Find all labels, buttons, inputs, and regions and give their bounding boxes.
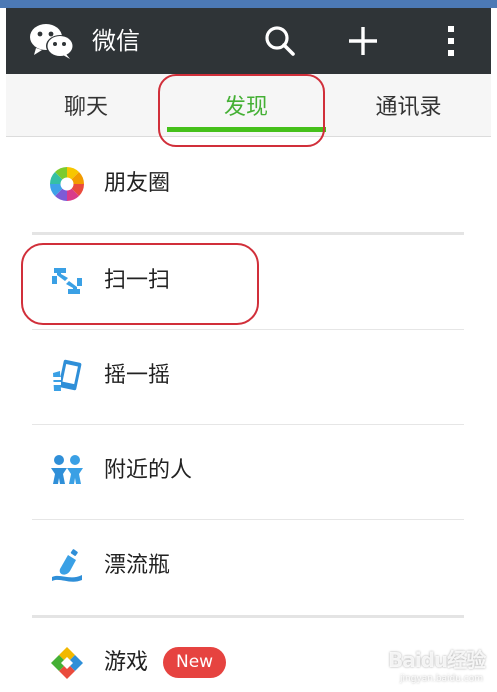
moments-icon bbox=[50, 167, 84, 201]
list-item-drift-bottle[interactable]: 漂流瓶 bbox=[6, 519, 491, 613]
wechat-logo-icon bbox=[30, 24, 74, 59]
tab-contacts[interactable]: 通讯录 bbox=[326, 74, 491, 136]
drift-bottle-label: 漂流瓶 bbox=[104, 553, 171, 578]
moments-label: 朋友圈 bbox=[104, 171, 171, 196]
search-icon[interactable] bbox=[262, 23, 298, 59]
new-badge: New bbox=[163, 647, 227, 678]
people-nearby-icon bbox=[51, 455, 83, 484]
highlight-scan-item bbox=[21, 243, 259, 325]
drift-bottle-icon bbox=[52, 549, 82, 582]
shake-icon bbox=[52, 359, 82, 391]
tab-chats[interactable]: 聊天 bbox=[6, 74, 166, 136]
shake-label: 摇一摇 bbox=[104, 363, 171, 388]
tab-contacts-label: 通讯录 bbox=[375, 95, 442, 120]
games-label: 游戏 bbox=[104, 650, 149, 675]
app-title: 微信 bbox=[92, 27, 140, 55]
watermark: Baidu经验 bbox=[388, 648, 486, 672]
tab-chats-label: 聊天 bbox=[63, 95, 108, 120]
list-item-shake[interactable]: 摇一摇 bbox=[6, 329, 491, 423]
highlight-discover-tab bbox=[158, 74, 325, 147]
people-nearby-label: 附近的人 bbox=[104, 458, 193, 483]
list-item-people-nearby[interactable]: 附近的人 bbox=[6, 424, 491, 518]
watermark-url: jingyan.baidu.com bbox=[400, 674, 484, 684]
top-strip bbox=[0, 0, 497, 8]
discover-list: 朋友圈 扫一扫 摇一摇 附近的人 漂流瓶 游戏 New bbox=[6, 137, 491, 692]
games-icon bbox=[51, 647, 83, 679]
app-window: 微信 聊天 发现 通讯录 朋友圈 扫一扫 摇一摇 附近的人 漂流瓶 游戏 New… bbox=[0, 0, 497, 692]
plus-icon[interactable] bbox=[345, 23, 381, 59]
more-vertical-icon[interactable] bbox=[433, 23, 469, 59]
list-item-moments[interactable]: 朋友圈 bbox=[6, 137, 491, 231]
title-bar: 微信 bbox=[6, 8, 491, 74]
